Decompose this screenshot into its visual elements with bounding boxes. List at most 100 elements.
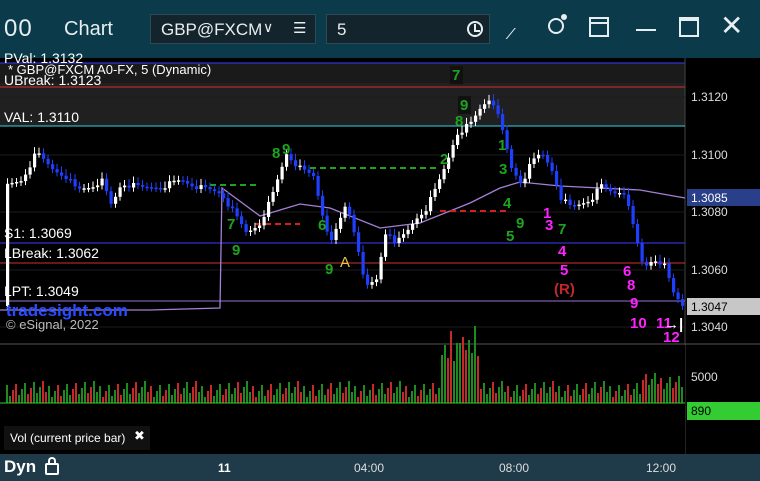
volume-bar bbox=[417, 396, 419, 403]
value-area-band bbox=[0, 83, 685, 126]
candle-up bbox=[271, 192, 275, 202]
candle-down bbox=[631, 206, 635, 224]
candle-up bbox=[168, 181, 172, 189]
volume-bar bbox=[420, 390, 422, 403]
volume-bar bbox=[291, 393, 293, 403]
volume-bar bbox=[660, 378, 662, 403]
volume-bar bbox=[378, 389, 380, 403]
candle-up bbox=[82, 188, 86, 190]
volume-bar bbox=[531, 389, 533, 403]
candle-up bbox=[24, 174, 28, 182]
candle-up bbox=[262, 216, 266, 226]
candle-down bbox=[645, 261, 649, 266]
volume-bar bbox=[288, 382, 290, 403]
candle-up bbox=[415, 218, 419, 224]
volume-bar bbox=[114, 390, 116, 403]
candle-up bbox=[177, 180, 181, 182]
volume-bar bbox=[480, 389, 482, 403]
volume-bar bbox=[126, 383, 128, 403]
price-tick-1: 1.3120 bbox=[691, 90, 728, 104]
draw-tool-icon[interactable]: ∕ bbox=[510, 26, 513, 44]
current-price-tag: 1.3047 bbox=[687, 298, 760, 315]
price-chart[interactable]: 789213987969549 71345 68910 1112→| bbox=[0, 58, 760, 454]
window-title: Chart bbox=[64, 18, 113, 40]
candle-up bbox=[91, 187, 95, 189]
candle-down bbox=[514, 168, 518, 176]
candle-down bbox=[510, 149, 514, 168]
clock-icon[interactable] bbox=[467, 21, 483, 37]
volume-bar bbox=[429, 389, 431, 403]
volume-bar bbox=[234, 388, 236, 403]
marker-a: A bbox=[340, 254, 351, 271]
volume-bar bbox=[213, 396, 215, 403]
volume-bar bbox=[12, 390, 14, 403]
volume-bar bbox=[651, 379, 653, 403]
volume-study-tab[interactable]: Vol (current price bar) ✖ bbox=[4, 426, 150, 450]
vwap-price-tag: 1.3085 bbox=[687, 189, 760, 206]
interval-selector[interactable]: 5 bbox=[326, 14, 490, 44]
candle-up bbox=[582, 203, 586, 205]
symbol-list-icon[interactable]: ☰ bbox=[293, 19, 306, 37]
candle-down bbox=[622, 193, 626, 195]
candle-down bbox=[51, 164, 55, 170]
candle-down bbox=[145, 186, 149, 189]
volume-bar bbox=[27, 394, 29, 403]
volume-bar bbox=[498, 387, 500, 403]
volume-bar bbox=[279, 383, 281, 403]
volume-bar bbox=[123, 389, 125, 403]
candle-down bbox=[186, 180, 190, 184]
td-count-5: 5 bbox=[506, 228, 514, 245]
volume-bar bbox=[477, 356, 479, 403]
symbol-selector[interactable]: GBP@FXCM ∨ ☰ bbox=[150, 14, 316, 44]
volume-bar bbox=[117, 384, 119, 403]
volume-bar bbox=[324, 395, 326, 403]
price-tick-4: 1.3060 bbox=[691, 263, 728, 277]
td-count-9-b: 9 bbox=[232, 242, 240, 259]
dyn-label[interactable]: Dyn bbox=[4, 457, 36, 477]
candle-up bbox=[429, 197, 433, 212]
candle-down bbox=[294, 160, 298, 167]
volume-bar bbox=[171, 395, 173, 403]
candle-up bbox=[280, 166, 284, 180]
td-count-1: 1 bbox=[498, 137, 506, 154]
volume-bar bbox=[270, 384, 272, 403]
volume-bar bbox=[501, 381, 503, 403]
volume-bar bbox=[543, 382, 545, 403]
close-study-icon[interactable]: ✖ bbox=[134, 428, 145, 444]
volume-bar bbox=[456, 343, 458, 403]
volume-bar bbox=[93, 381, 95, 403]
volume-bar bbox=[336, 388, 338, 403]
volume-bar bbox=[282, 394, 284, 403]
candle-down bbox=[609, 187, 613, 192]
link-chain-icon[interactable] bbox=[548, 18, 564, 34]
minimize-icon[interactable] bbox=[636, 29, 656, 31]
candle-up bbox=[577, 204, 581, 207]
lpt-label: LPT: 1.3049 bbox=[4, 283, 79, 299]
candle-up bbox=[483, 104, 487, 109]
volume-bar bbox=[273, 395, 275, 403]
candle-up bbox=[433, 188, 437, 197]
link-dot-icon bbox=[561, 14, 567, 20]
volume-bar bbox=[141, 387, 143, 403]
candle-down bbox=[627, 194, 631, 206]
candle-down bbox=[366, 274, 370, 285]
candle-down bbox=[190, 183, 194, 187]
volume-bar bbox=[63, 390, 65, 403]
volume-bar bbox=[366, 396, 368, 403]
volume-bar bbox=[99, 386, 101, 403]
volume-bar bbox=[87, 393, 89, 403]
candle-up bbox=[334, 228, 338, 240]
volume-bar bbox=[636, 383, 638, 403]
page-layout-icon[interactable] bbox=[589, 17, 609, 37]
maximize-icon[interactable] bbox=[679, 17, 699, 37]
volume-bar bbox=[231, 394, 233, 403]
candle-down bbox=[681, 299, 685, 306]
candle-down bbox=[393, 235, 397, 243]
volume-bar bbox=[678, 376, 680, 403]
chevron-down-icon[interactable]: ∨ bbox=[263, 19, 273, 36]
volume-bar bbox=[462, 337, 464, 403]
chart-area[interactable]: 7 8 9 2 1 3 9 8 7 9 6 9 5 4 9 7 1 3 4 5 6 8 9 10 11 12 →| PVal: 1.… bbox=[0, 50, 760, 481]
close-icon[interactable]: ✕ bbox=[720, 12, 743, 40]
volume-bar bbox=[297, 381, 299, 403]
volume-bar bbox=[147, 392, 149, 403]
